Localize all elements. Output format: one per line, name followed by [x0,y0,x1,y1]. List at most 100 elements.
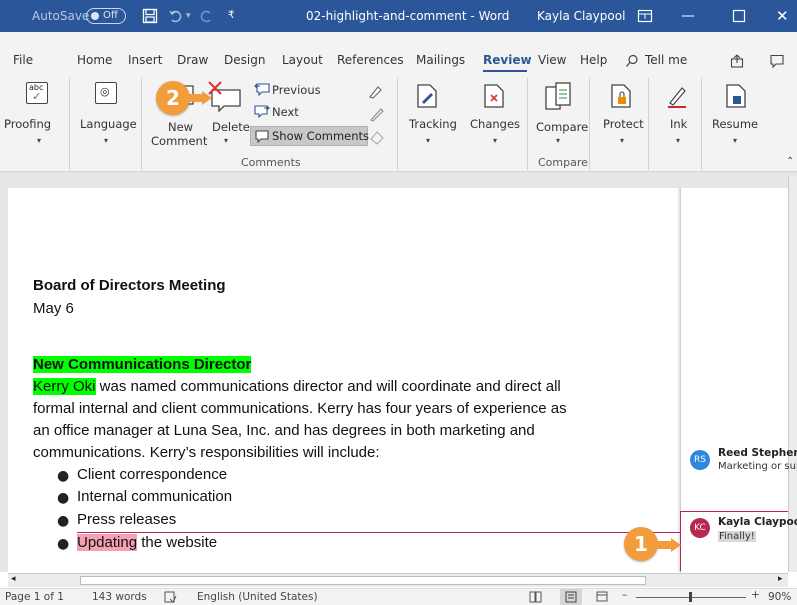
vertical-scrollbar[interactable] [788,176,797,572]
customize-toolbar-icon[interactable]: ₹ [228,0,234,32]
tab-layout[interactable]: Layout [282,53,323,67]
group-separator [69,78,70,170]
changes-dropdown-icon[interactable]: ▾ [493,136,497,145]
scroll-right-icon[interactable]: ▸ [778,574,783,584]
tab-design[interactable]: Design [224,53,265,67]
callout-arrow-icon [188,91,212,105]
comments-pane-icon[interactable] [769,53,785,69]
proofing-status-icon[interactable] [164,591,177,603]
callout-badge-2: 2 [156,81,190,115]
web-layout-icon[interactable] [596,591,609,603]
comment-connector-line [77,532,680,533]
title-bar: AutoSave Off ▾ ₹ 02-highlight-and-commen… [0,0,797,32]
ribbon-display-icon[interactable] [637,8,653,24]
eraser-icon[interactable] [369,129,385,145]
close-icon[interactable]: ✕ [776,0,789,32]
tab-file[interactable]: File [13,53,33,67]
language-status[interactable]: English (United States) [197,591,318,603]
tracking-button[interactable]: Tracking [409,117,457,131]
read-mode-icon[interactable] [529,591,542,603]
previous-button[interactable]: Previous [272,83,321,97]
word-count[interactable]: 143 words [92,591,147,603]
previous-comment-icon [254,83,270,96]
save-icon[interactable] [142,8,158,24]
user-name[interactable]: Kayla Claypool [537,0,625,32]
list-item: Press releases [77,511,177,528]
ink-comment-icon[interactable] [368,83,384,99]
tab-draw[interactable]: Draw [177,53,208,67]
next-button[interactable]: Next [272,105,299,119]
resume-dropdown-icon[interactable]: ▾ [733,136,737,145]
scrollbar-thumb[interactable] [80,576,646,585]
changes-button[interactable]: Changes [470,117,520,131]
comment-text: Marketing or sup [718,461,797,472]
zoom-out-icon[interactable]: – [622,589,627,601]
paragraph-line-4: communications. Kerry’s responsibilities… [33,444,380,461]
print-layout-icon [565,591,577,603]
group-separator [527,78,528,170]
proofing-dropdown-icon[interactable]: ▾ [37,136,41,145]
pen-icon[interactable] [369,106,385,122]
search-icon[interactable] [625,54,639,68]
share-icon[interactable] [729,53,745,69]
delete-button[interactable]: Delete [212,120,250,134]
print-layout-button[interactable] [560,589,582,605]
compare-dropdown-icon[interactable]: ▾ [556,136,560,145]
collapse-ribbon-icon[interactable]: ⌃ [786,156,794,167]
show-comments-icon [255,130,269,143]
globe-icon: ◎ [100,85,110,98]
new-comment-label-1[interactable]: New [168,120,193,134]
ink-dropdown-icon[interactable]: ▾ [676,136,680,145]
bullet-icon: ● [57,490,70,506]
compare-button[interactable]: Compare [536,120,588,134]
commented-text[interactable]: Updating [77,534,138,551]
protect-dropdown-icon[interactable]: ▾ [620,136,624,145]
ink-icon [668,87,686,108]
proofing-button[interactable]: Proofing [4,117,51,131]
next-comment-icon [254,105,270,118]
tab-home[interactable]: Home [77,53,112,67]
resume-button[interactable]: Resume [712,117,758,131]
page-count[interactable]: Page 1 of 1 [5,591,64,603]
minimize-icon[interactable]: — [681,0,695,32]
scroll-left-icon[interactable]: ◂ [11,574,16,584]
ink-button[interactable]: Ink [670,117,687,131]
avatar: KC [690,518,710,538]
autosave-label: AutoSave [32,9,90,23]
tab-insert[interactable]: Insert [128,53,162,67]
bullet-icon: ● [57,536,70,552]
protect-button[interactable]: Protect [603,117,644,131]
doc-heading: Board of Directors Meeting [33,277,226,294]
tab-review[interactable]: Review [483,53,532,67]
tab-help[interactable]: Help [580,53,607,67]
tab-mailings[interactable]: Mailings [416,53,465,67]
redo-icon[interactable] [198,8,214,24]
paragraph-line-2: formal internal and client communication… [33,400,567,417]
tab-view[interactable]: View [538,53,566,67]
comment-text[interactable]: Finally! [718,531,756,542]
autosave-state: Off [103,10,118,21]
tab-references[interactable]: References [337,53,404,67]
new-comment-label-2[interactable]: Comment [151,134,207,148]
language-dropdown-icon[interactable]: ▾ [104,136,108,145]
check-icon: ✓ [32,90,42,103]
bullet-icon: ● [57,513,70,529]
maximize-icon[interactable] [731,8,747,24]
undo-dropdown-icon[interactable]: ▾ [186,0,191,32]
language-button[interactable]: Language [80,117,137,131]
zoom-level[interactable]: 90% [768,591,791,603]
group-separator [397,78,398,170]
zoom-in-icon[interactable]: + [751,589,760,601]
tracking-dropdown-icon[interactable]: ▾ [426,136,430,145]
show-comments-button[interactable]: Show Comments [250,126,369,146]
tell-me-box[interactable]: Tell me [645,53,687,67]
autosave-toggle[interactable]: Off [86,8,126,24]
zoom-slider-thumb[interactable] [689,592,692,602]
undo-icon[interactable] [168,8,184,24]
list-item: Client correspondence [77,466,228,483]
comment-author: Reed Stephens [718,447,797,459]
horizontal-scrollbar[interactable]: ◂ ▸ [8,573,788,587]
avatar: RS [690,450,710,470]
callout-badge-1: 1 [624,527,658,561]
delete-dropdown-icon[interactable]: ▾ [224,136,228,145]
